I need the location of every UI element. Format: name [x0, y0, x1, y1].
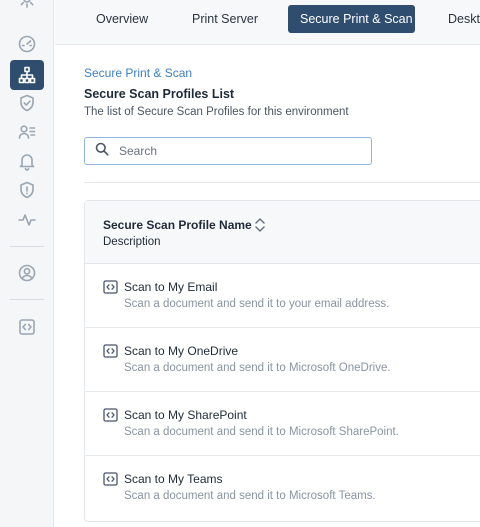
shield-alert-icon[interactable] [10, 175, 44, 205]
page-title: Secure Scan Profiles List [84, 87, 235, 101]
table-header: Secure Scan Profile Name Description [85, 201, 480, 264]
network-icon[interactable] [10, 60, 44, 90]
account-icon[interactable] [10, 258, 44, 288]
code-box-icon [103, 472, 118, 486]
left-nav-rail [0, 0, 54, 527]
tab-secure-print-scan[interactable]: Secure Print & Scan [288, 5, 415, 33]
section-divider [84, 182, 480, 183]
table-row[interactable]: Scan to My Teams Scan a document and sen… [85, 456, 480, 520]
sort-icon[interactable] [253, 216, 267, 234]
tab-bar: Overview Print Server Secure Print & Sca… [55, 0, 480, 45]
rail-divider [10, 246, 44, 247]
settings-icon[interactable] [10, 0, 44, 14]
column-header-description: Description [103, 236, 161, 248]
row-profile-description: Scan a document and send it to Microsoft… [124, 362, 391, 374]
shield-check-icon[interactable] [10, 88, 44, 118]
table-row[interactable]: Scan to My OneDrive Scan a document and … [85, 328, 480, 392]
rail-divider [10, 299, 44, 300]
table-row[interactable]: Scan to My Email Scan a document and sen… [85, 264, 480, 328]
row-profile-description: Scan a document and send it to Microsoft… [124, 426, 399, 438]
search-box [84, 137, 372, 165]
row-profile-name[interactable]: Scan to My Email [124, 280, 217, 294]
table-row[interactable]: Scan to My SharePoint Scan a document an… [85, 392, 480, 456]
code-box-icon [103, 280, 118, 294]
dashboard-gauge-icon[interactable] [10, 29, 44, 59]
search-icon [85, 142, 109, 161]
scan-profiles-table: Secure Scan Profile Name Description Sca… [84, 200, 480, 522]
activity-icon[interactable] [10, 205, 44, 235]
tab-desktop[interactable]: Deskt [448, 5, 480, 33]
row-profile-name[interactable]: Scan to My SharePoint [124, 408, 247, 422]
row-profile-name[interactable]: Scan to My Teams [124, 472, 222, 486]
tab-overview[interactable]: Overview [96, 5, 148, 33]
page-subtitle: The list of Secure Scan Profiles for thi… [84, 106, 349, 118]
tab-print-server[interactable]: Print Server [192, 5, 258, 33]
bell-icon[interactable] [10, 146, 44, 176]
row-profile-description: Scan a document and send it to Microsoft… [124, 490, 376, 502]
breadcrumb[interactable]: Secure Print & Scan [84, 66, 192, 80]
row-profile-description: Scan a document and send it to your emai… [124, 298, 390, 310]
row-profile-name[interactable]: Scan to My OneDrive [124, 344, 238, 358]
user-list-icon[interactable] [10, 117, 44, 147]
code-box-icon [103, 344, 118, 358]
code-box-icon [103, 408, 118, 422]
column-header-name[interactable]: Secure Scan Profile Name [103, 218, 252, 232]
search-input[interactable] [119, 144, 359, 158]
code-box-icon[interactable] [10, 312, 44, 342]
